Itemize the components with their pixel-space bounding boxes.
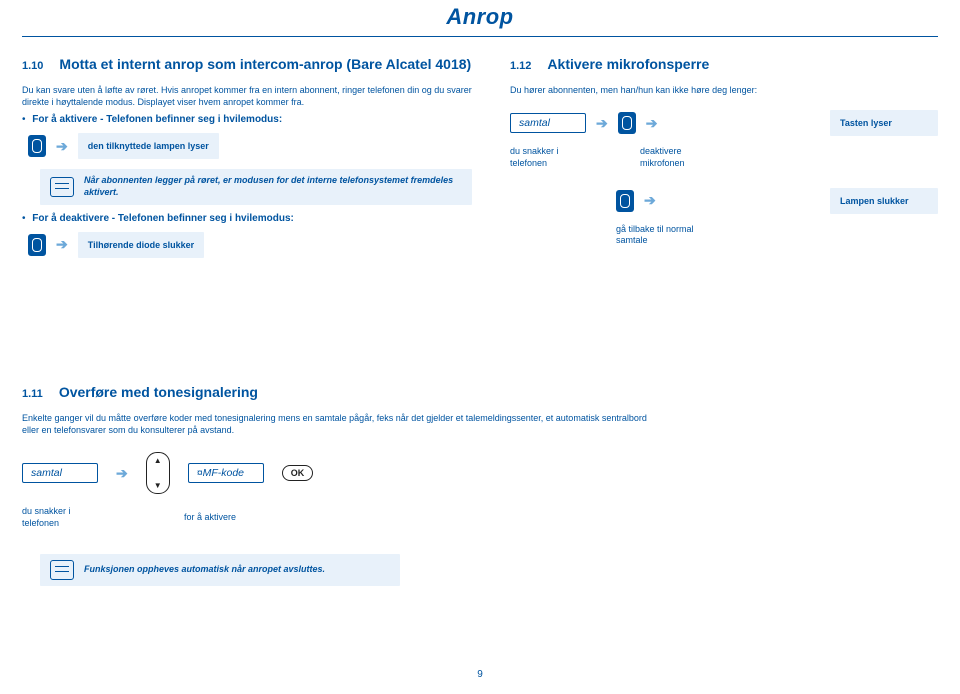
page-title: Anrop xyxy=(0,4,960,30)
intro-text: Enkelte ganger vil du måtte overføre kod… xyxy=(22,412,662,436)
section-heading: 1.12 Aktivere mikrofonsperre xyxy=(510,56,938,72)
section-1-11: 1.11 Overføre med tonesignalering Enkelt… xyxy=(22,384,742,594)
lcd-label: samtal xyxy=(510,113,586,133)
arrow-icon: ➔ xyxy=(644,192,656,209)
triangle-up-icon: ▲ xyxy=(154,456,162,465)
row-lamp-off: ➔ Lampen slukker xyxy=(510,188,938,214)
arrow-icon: ➔ xyxy=(56,138,68,155)
caption-back: gå tilbake til normal samtale xyxy=(616,224,716,247)
row-samtal: samtal ➔ ▲ ▼ ¤MF-kode OK xyxy=(22,452,742,494)
section-heading: 1.10 Motta et internt anrop som intercom… xyxy=(22,56,472,72)
triangle-down-icon: ▼ xyxy=(154,481,162,490)
note-icon xyxy=(50,560,74,580)
section-number: 1.12 xyxy=(510,60,531,72)
note-text: Funksjonen oppheves automatisk når anrop… xyxy=(84,564,325,576)
nav-pad-icon: ▲ ▼ xyxy=(146,452,170,494)
mute-icon xyxy=(28,135,46,157)
arrow-icon: ➔ xyxy=(116,465,128,482)
note-icon xyxy=(50,177,74,197)
caption-speak: du snakker i telefonen xyxy=(22,506,94,529)
cell-mfcode: ¤MF-kode xyxy=(188,463,264,483)
page-number: 9 xyxy=(0,669,960,680)
activate-row: ➔ den tilknyttede lampen lyser xyxy=(28,133,472,159)
note-box: Når abonnenten legger på røret, er modus… xyxy=(40,169,472,204)
section-title: Aktivere mikrofonsperre xyxy=(547,56,709,72)
activate-text: For å aktivere - Telefonen befinner seg … xyxy=(32,114,282,125)
caption-activate: for å aktivere xyxy=(184,512,274,524)
note-text: Når abonnenten legger på røret, er modus… xyxy=(84,175,462,198)
caption-deact-mic: deaktivere mikrofonen xyxy=(640,146,720,169)
intro-text: Du kan svare uten å løfte av røret. Hvis… xyxy=(22,84,472,108)
title-rule xyxy=(22,36,938,37)
tasten-lyser-box: Tasten lyser xyxy=(830,110,938,136)
mute-icon xyxy=(616,190,634,212)
ok-button: OK xyxy=(282,465,314,481)
row-captions: du snakker i telefonen deaktivere mikrof… xyxy=(510,142,938,169)
bullet-icon: • xyxy=(22,213,26,224)
cell-samtal: samtal xyxy=(22,463,98,483)
lamp-off-box: Lampen slukker xyxy=(830,188,938,214)
deactivate-text: For å deaktivere - Telefonen befinner se… xyxy=(32,213,294,224)
note-box: Funksjonen oppheves automatisk når anrop… xyxy=(40,554,400,586)
deactivate-line: • For å deaktivere - Telefonen befinner … xyxy=(22,213,472,224)
activate-line: • For å aktivere - Telefonen befinner se… xyxy=(22,114,472,125)
deactivate-row: ➔ Tilhørende diode slukker xyxy=(28,232,472,258)
arrow-icon: ➔ xyxy=(56,236,68,253)
intro-text: Du hører abonnenten, men han/hun kan ikk… xyxy=(510,84,938,96)
section-number: 1.11 xyxy=(22,388,43,400)
section-number: 1.10 xyxy=(22,60,43,72)
section-title: Motta et internt anrop som intercom-anro… xyxy=(59,56,471,72)
row-captions: du snakker i telefonen for å aktivere xyxy=(22,502,742,529)
row-samtal: samtal ➔ ➔ Tasten lyser xyxy=(510,110,938,136)
lcd-label: ¤MF-kode xyxy=(188,463,264,483)
section-1-12: 1.12 Aktivere mikrofonsperre Du hører ab… xyxy=(510,56,938,255)
lcd-label: samtal xyxy=(22,463,98,483)
arrow-icon: ➔ xyxy=(646,115,658,132)
mute-icon xyxy=(28,234,46,256)
section-1-10: 1.10 Motta et internt anrop som intercom… xyxy=(22,56,472,268)
row-back: gå tilbake til normal samtale xyxy=(510,220,938,247)
cell-samtal: samtal xyxy=(510,113,586,133)
mute-icon xyxy=(618,112,636,134)
section-heading: 1.11 Overføre med tonesignalering xyxy=(22,384,742,400)
arrow-icon: ➔ xyxy=(596,115,608,132)
section-title: Overføre med tonesignalering xyxy=(59,384,258,400)
diode-off-box: Tilhørende diode slukker xyxy=(78,232,204,258)
lamp-on-box: den tilknyttede lampen lyser xyxy=(78,133,219,159)
bullet-icon: • xyxy=(22,114,26,125)
caption-speak: du snakker i telefonen xyxy=(510,146,590,169)
